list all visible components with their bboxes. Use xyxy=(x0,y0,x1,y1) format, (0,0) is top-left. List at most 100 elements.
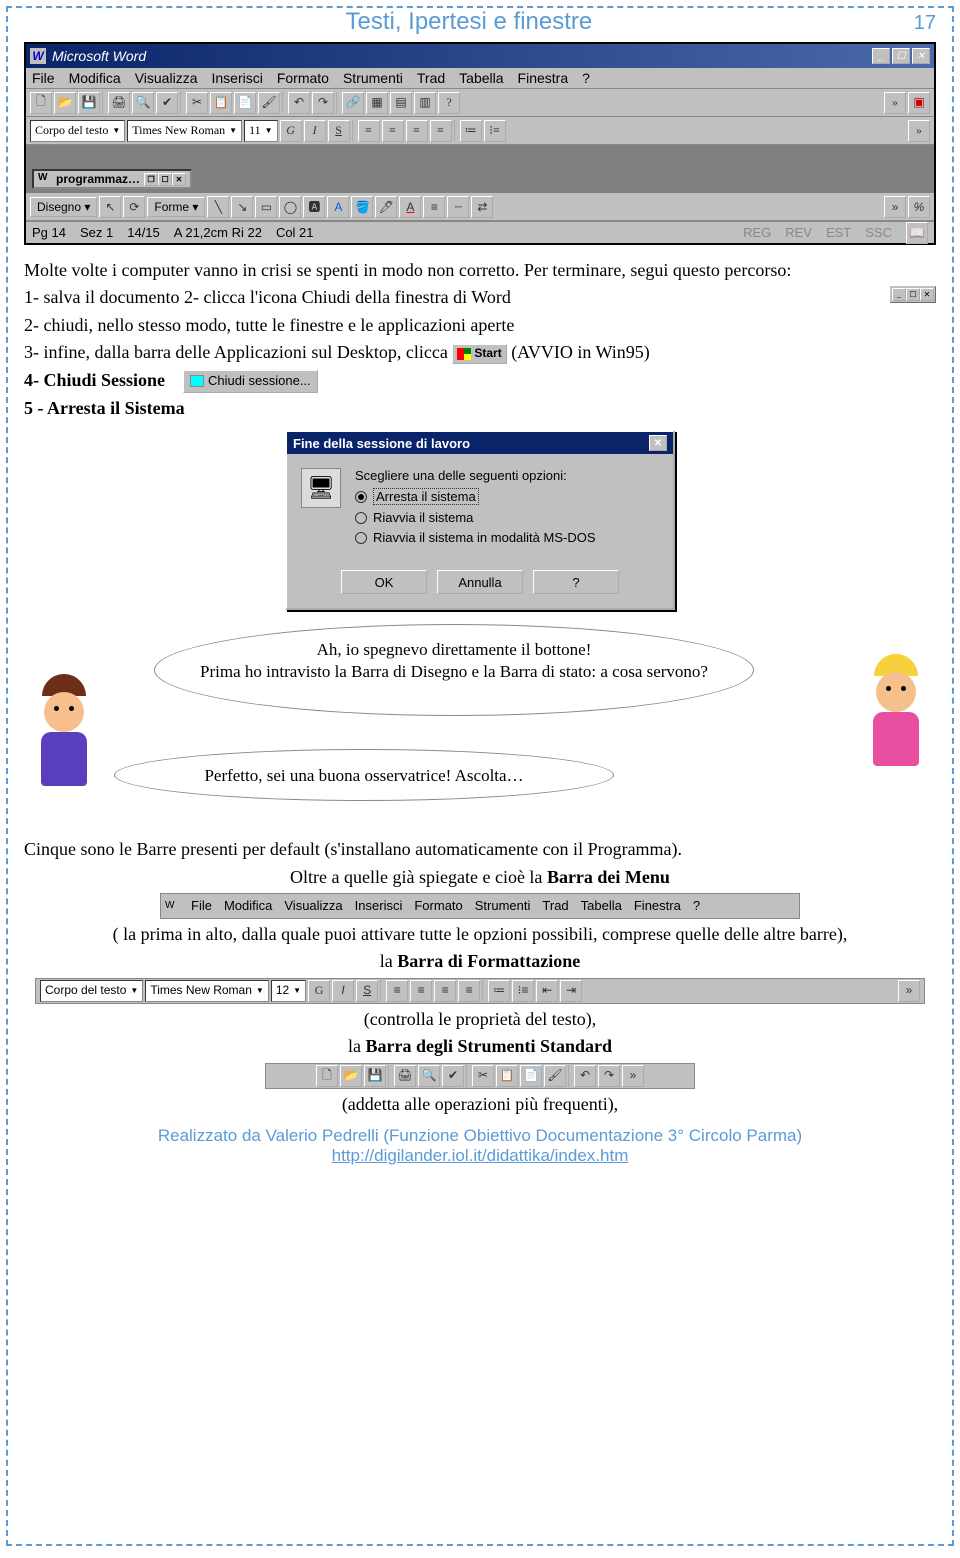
barra-strumenti-standard-illustration: 🗋 📂 💾 🖨 🔍 ✔ ✂ 📋 📄 🖌 ↶ ↷ » xyxy=(265,1063,695,1089)
barra-format-label: Barra di Formattazione xyxy=(397,951,580,971)
print-icon: 🖨 xyxy=(108,92,130,114)
spellcheck-icon: ✔ xyxy=(442,1065,464,1087)
intro-text: Molte volte i computer vanno in crisi se… xyxy=(24,259,936,282)
preview-icon: 🔍 xyxy=(418,1065,440,1087)
numbering-icon: ≔ xyxy=(488,980,510,1002)
italic-icon: I xyxy=(304,120,326,142)
step-2: 2- chiudi, nello stesso modo, tutte le f… xyxy=(24,314,936,337)
align-left-icon: ≡ xyxy=(358,120,380,142)
menu-item: Visualizza xyxy=(135,70,198,86)
text: la xyxy=(380,951,398,971)
save-icon: 💾 xyxy=(364,1065,386,1087)
barra-menu-label: Barra dei Menu xyxy=(547,867,670,887)
bullets-icon: ⁝≡ xyxy=(484,120,506,142)
status-reg: REG xyxy=(743,225,771,240)
copy-icon: 📋 xyxy=(496,1065,518,1087)
menu-item: ? xyxy=(693,898,700,915)
line-style-icon: ≡ xyxy=(423,196,445,218)
font-combo: Times New Roman▼ xyxy=(127,120,242,142)
speech-bubble-1: Ah, io spegnevo direttamente il bottone!… xyxy=(154,624,754,716)
minimize-icon: _ xyxy=(872,48,890,64)
page-number: 17 xyxy=(914,12,936,35)
page-title: Testi, Ipertesi e finestre xyxy=(24,8,914,36)
more-icon: » xyxy=(908,120,930,142)
format-painter-icon: 🖌 xyxy=(258,92,280,114)
menu-item: Inserisci xyxy=(211,70,262,86)
menu-item: Tabella xyxy=(581,898,622,915)
radio-restart: Riavvia il sistema xyxy=(355,510,659,525)
more-icon: » xyxy=(898,980,920,1002)
status-page: Pg 14 xyxy=(32,225,66,240)
barre-count-text: Cinque sono le Barre presenti per defaul… xyxy=(24,838,936,861)
align-right-icon: ≡ xyxy=(434,980,456,1002)
format-painter-icon: 🖌 xyxy=(544,1065,566,1087)
barra-formattazione-illustration: Corpo del testo▼ Times New Roman▼ 12▼ G … xyxy=(35,978,925,1004)
barra-menu-desc: ( la prima in alto, dalla quale puoi att… xyxy=(24,923,936,946)
status-ruler: A 21,2cm Ri 22 xyxy=(174,225,262,240)
bold-icon: G xyxy=(280,120,302,142)
menu-item: Trad xyxy=(542,898,568,915)
undo-icon: ↶ xyxy=(288,92,310,114)
monitor-icon xyxy=(190,375,204,387)
status-section: Sez 1 xyxy=(80,225,113,240)
word-icon: W xyxy=(38,172,52,186)
line-color-icon: 🖊 xyxy=(375,196,397,218)
computer-icon: 🖥 xyxy=(301,468,341,508)
more-icon: » xyxy=(884,92,906,114)
menu-bar: File Modifica Visualizza Inserisci Forma… xyxy=(26,68,934,89)
barra-std-desc: (addetta alle operazioni più frequenti), xyxy=(24,1093,936,1116)
close-icon: ✕ xyxy=(920,288,934,301)
minimize-icon: _ xyxy=(892,288,906,301)
justify-icon: ≡ xyxy=(430,120,452,142)
character-woman-right xyxy=(846,654,946,794)
step-5: 5 - Arresta il Sistema xyxy=(24,398,185,418)
close-icon: ✕ xyxy=(649,435,667,451)
step-1: 1- salva il documento 2- clicca l'icona … xyxy=(24,287,511,307)
redo-icon: ↷ xyxy=(312,92,334,114)
bullets-icon: ⁝≡ xyxy=(512,980,534,1002)
outdent-icon: ⇤ xyxy=(536,980,558,1002)
status-col: Col 21 xyxy=(276,225,314,240)
redo-icon: ↷ xyxy=(598,1065,620,1087)
status-ssc: SSC xyxy=(865,225,892,240)
open-icon: 📂 xyxy=(54,92,76,114)
menu-item: ? xyxy=(582,70,590,86)
print-icon: 🖨 xyxy=(394,1065,416,1087)
italic-icon: I xyxy=(332,980,354,1002)
align-center-icon: ≡ xyxy=(382,120,404,142)
maximize-icon: ☐ xyxy=(892,48,910,64)
menu-item: Formato xyxy=(277,70,329,86)
cancel-button: Annulla xyxy=(437,570,523,594)
columns-icon: ▥ xyxy=(414,92,436,114)
percent-icon: % xyxy=(908,196,930,218)
style-combo: Corpo del testo▼ xyxy=(40,980,143,1002)
book-icon: 📖 xyxy=(906,222,928,244)
draw-menu: Disegno ▾ xyxy=(30,197,97,217)
arrow-style-icon: ⇄ xyxy=(471,196,493,218)
numbering-icon: ≔ xyxy=(460,120,482,142)
dialog-prompt: Scegliere una delle seguenti opzioni: xyxy=(355,468,659,483)
cut-icon: ✂ xyxy=(186,92,208,114)
word-window-screenshot: W Microsoft Word _ ☐ ✕ File Modifica Vis… xyxy=(24,42,936,245)
size-combo: 12▼ xyxy=(271,980,306,1002)
new-icon: 🗋 xyxy=(30,92,52,114)
menu-item: Modifica xyxy=(69,70,121,86)
link-icon: 🔗 xyxy=(342,92,364,114)
close-icon: ✕ xyxy=(172,173,186,186)
rect-icon: ▭ xyxy=(255,196,277,218)
radio-shutdown: Arresta il sistema xyxy=(355,488,659,505)
indent-icon: ⇥ xyxy=(560,980,582,1002)
wordart-icon: A xyxy=(327,196,349,218)
new-icon: 🗋 xyxy=(316,1065,338,1087)
menu-item: Modifica xyxy=(224,898,272,915)
more-icon: » xyxy=(622,1065,644,1087)
step-3a: 3- infine, dalla barra delle Applicazion… xyxy=(24,342,448,362)
align-left-icon: ≡ xyxy=(386,980,408,1002)
standard-toolbar: 🗋 📂 💾 🖨 🔍 ✔ ✂ 📋 📄 🖌 ↶ ↷ 🔗 ▦ ▤ ▥ ? » ▣ xyxy=(26,89,934,117)
shutdown-dialog: Fine della sessione di lavoro ✕ 🖥 Scegli… xyxy=(285,430,675,610)
more-icon: » xyxy=(884,196,906,218)
barra-menu-illustration: W File Modifica Visualizza Inserisci For… xyxy=(160,893,800,919)
footer-link[interactable]: http://digilander.iol.it/didattika/index… xyxy=(332,1146,629,1165)
menu-item: Inserisci xyxy=(355,898,403,915)
window-title: Microsoft Word xyxy=(52,48,146,64)
